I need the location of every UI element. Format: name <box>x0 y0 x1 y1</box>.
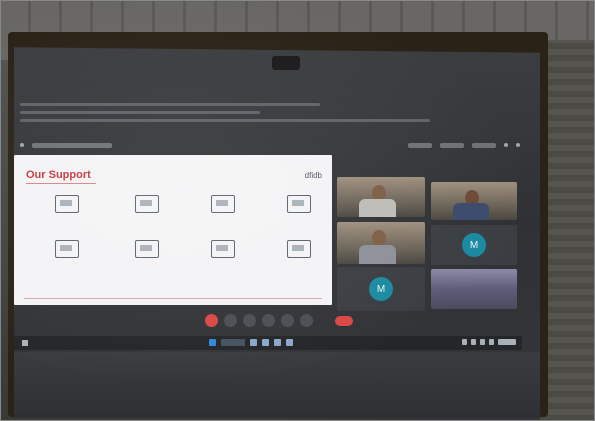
meeting-title <box>32 142 112 148</box>
header-icon[interactable] <box>516 143 520 147</box>
browser-toolbar <box>20 98 520 138</box>
app-icon[interactable] <box>274 339 281 346</box>
participant-avatar-tile[interactable]: M <box>431 225 517 265</box>
slide-title: Our Support <box>26 169 91 181</box>
avatar: M <box>462 233 486 257</box>
participant-video[interactable] <box>337 177 425 217</box>
address-bar[interactable] <box>20 111 260 114</box>
app-icon[interactable] <box>286 339 293 346</box>
participant-video[interactable] <box>337 222 425 264</box>
header-icon[interactable] <box>504 143 508 147</box>
bookmarks-bar[interactable] <box>20 119 430 122</box>
end-call-button[interactable] <box>335 316 353 326</box>
support-item <box>188 240 258 258</box>
participant-video[interactable] <box>431 269 517 309</box>
taskbar <box>14 336 522 350</box>
participant-grid: M M <box>337 177 519 317</box>
call-controls <box>20 308 520 336</box>
app-icon[interactable] <box>250 339 257 346</box>
system-tray <box>462 339 516 345</box>
meeting-icon <box>20 143 24 147</box>
tray-icon[interactable] <box>462 339 467 345</box>
reaction-icon[interactable] <box>262 314 275 327</box>
wifi-icon[interactable] <box>480 339 485 345</box>
hand-coin-icon <box>211 240 235 258</box>
app-icon[interactable] <box>262 339 269 346</box>
building-icon <box>55 195 79 213</box>
tray-icon[interactable] <box>471 339 476 345</box>
start-icon[interactable] <box>209 339 216 346</box>
participant-video[interactable] <box>431 182 517 220</box>
support-item <box>32 195 102 213</box>
control-buttons <box>205 314 313 327</box>
slide-footer-line <box>24 298 322 299</box>
shared-slide: Our Support dfidb <box>14 155 332 305</box>
support-item <box>32 240 102 258</box>
slide-divider <box>26 183 96 184</box>
avatar: M <box>369 277 393 301</box>
sensor <box>272 56 300 70</box>
header-chip[interactable] <box>440 142 464 148</box>
header-chip[interactable] <box>472 142 496 148</box>
share-icon[interactable] <box>243 314 256 327</box>
more-icon[interactable] <box>300 314 313 327</box>
widget-icon[interactable] <box>22 340 28 346</box>
volume-icon[interactable] <box>489 339 494 345</box>
network-icon <box>287 240 311 258</box>
participant-avatar-tile[interactable]: M <box>337 267 425 311</box>
support-item <box>112 240 182 258</box>
projector-photo: Our Support dfidb M M <box>0 0 595 421</box>
support-item <box>188 195 258 213</box>
people-icon <box>55 240 79 258</box>
taskbar-apps <box>209 339 293 346</box>
atm-icon <box>211 195 235 213</box>
header-chip[interactable] <box>408 142 432 148</box>
support-item <box>112 195 182 213</box>
support-item <box>264 240 334 258</box>
training-icon <box>135 240 159 258</box>
slide-logo: dfidb <box>304 171 322 180</box>
support-item <box>264 195 334 213</box>
money-icon <box>287 195 311 213</box>
screen-lower-area <box>14 352 540 418</box>
meeting-header <box>20 136 520 154</box>
camera-icon[interactable] <box>224 314 237 327</box>
clock[interactable] <box>498 339 516 345</box>
search-icon[interactable] <box>221 339 245 346</box>
factory-icon <box>135 195 159 213</box>
title-bar <box>20 103 320 106</box>
mic-icon[interactable] <box>205 314 218 327</box>
hand-icon[interactable] <box>281 314 294 327</box>
